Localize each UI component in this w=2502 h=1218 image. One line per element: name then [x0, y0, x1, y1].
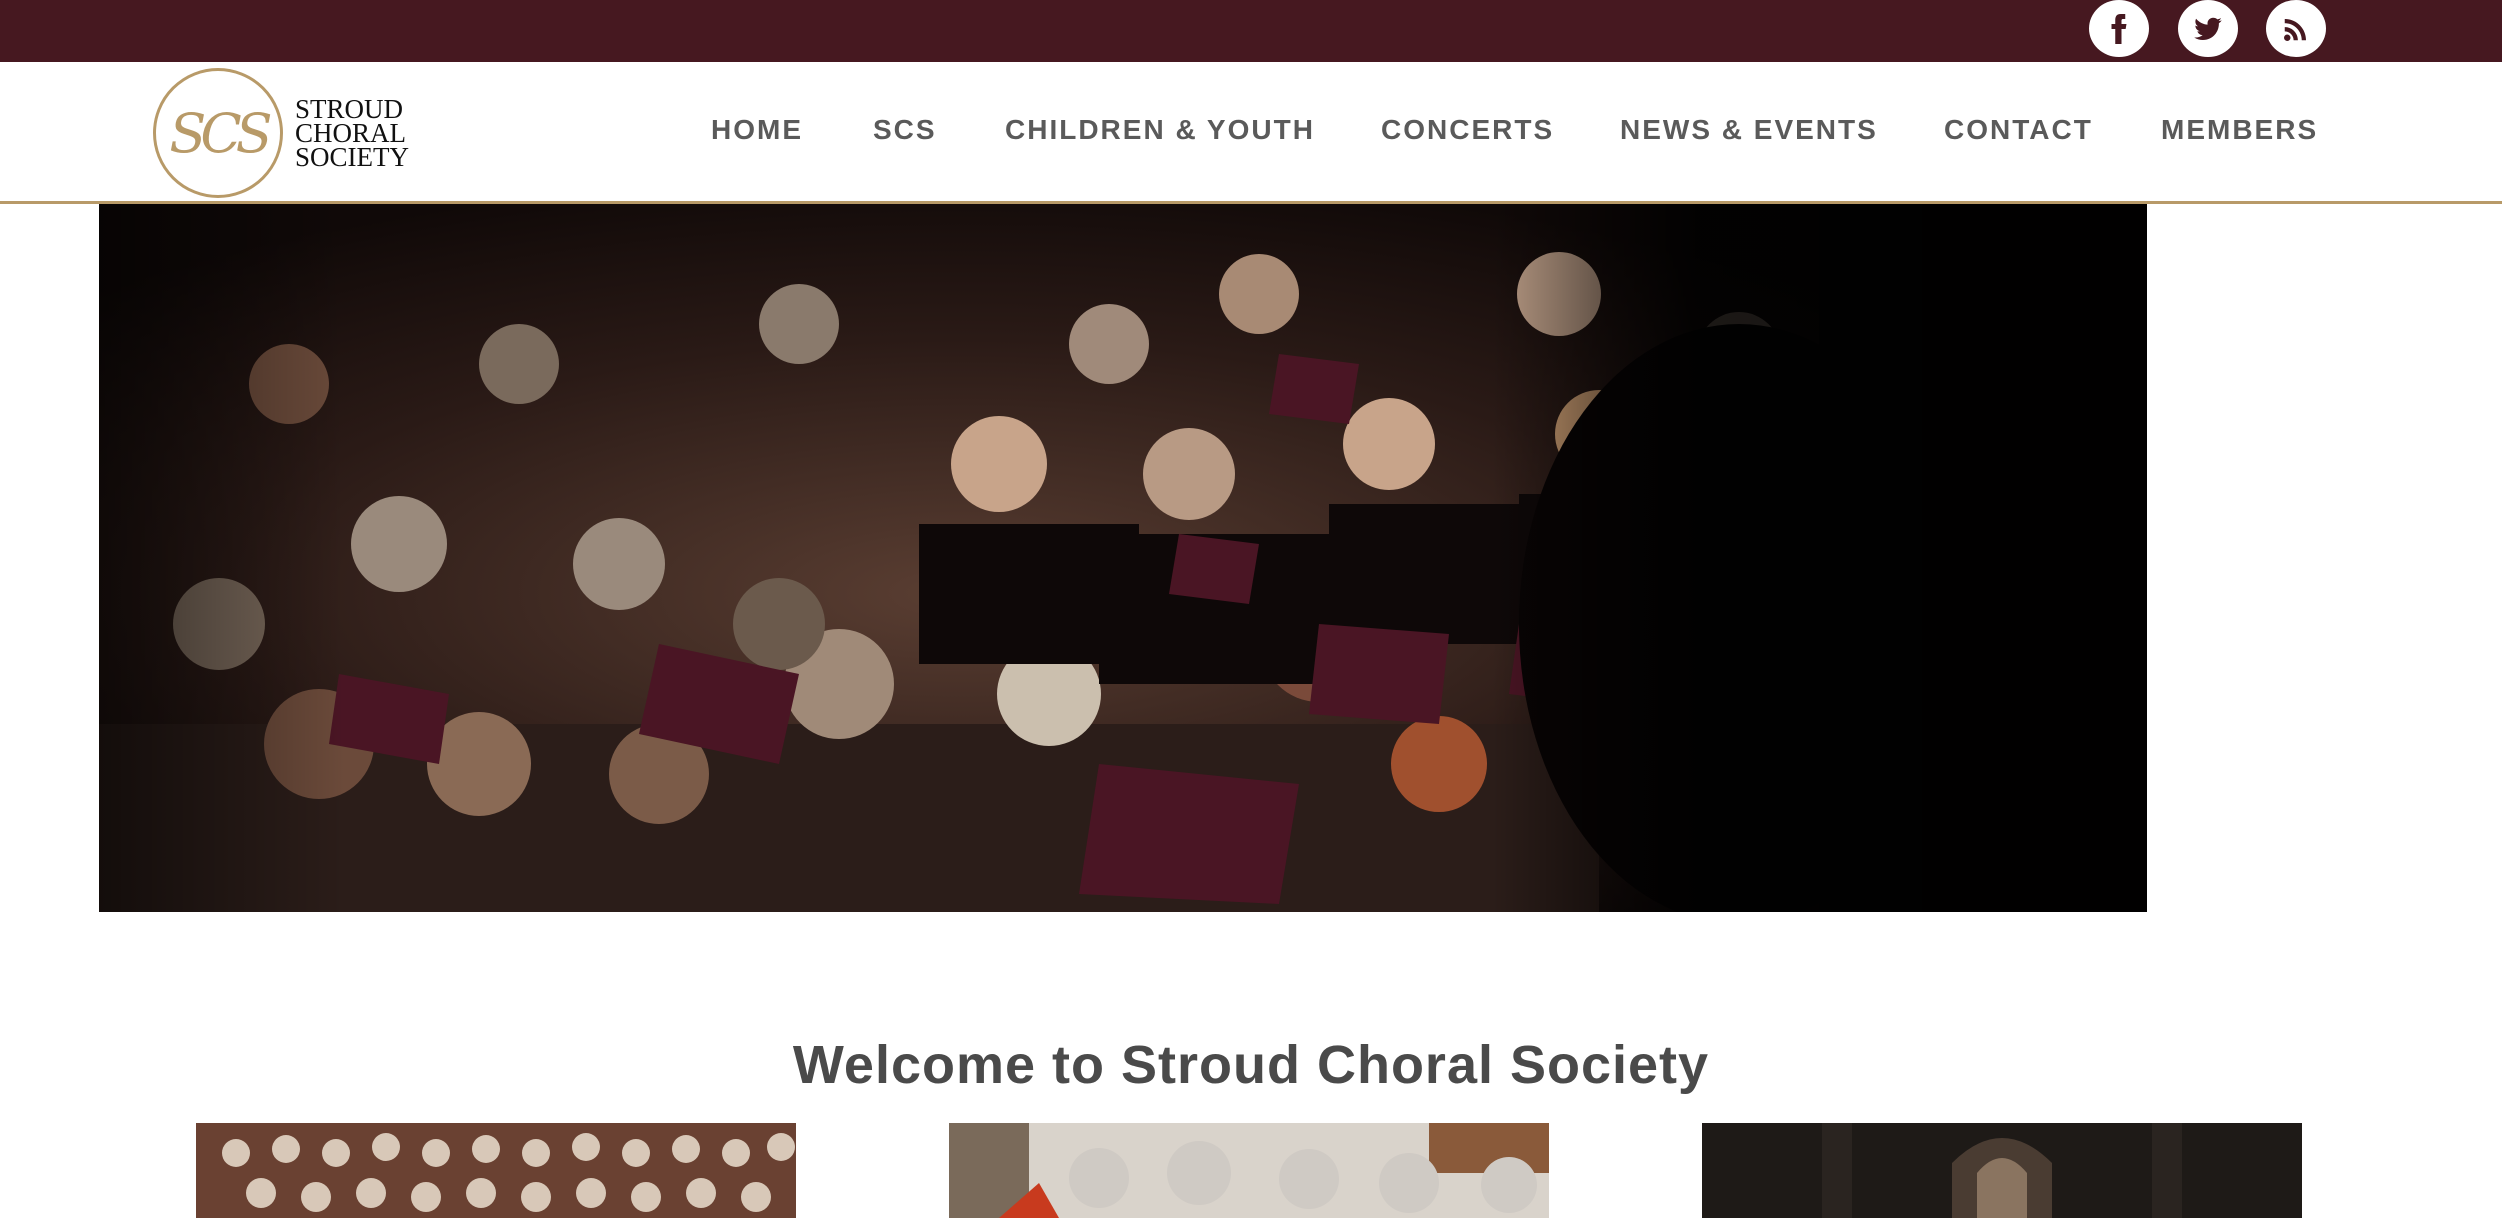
nav-home[interactable]: HOME	[711, 114, 803, 146]
singers-rehearsal-photo	[949, 1123, 1549, 1218]
site-header: SCS STROUD CHORAL SOCIETY HOME SCS CHILD…	[0, 62, 2502, 204]
feature-thumbnail-2[interactable]	[949, 1123, 1549, 1218]
rss-link[interactable]	[2266, 0, 2326, 57]
nav-children-youth[interactable]: CHILDREN & YOUTH	[1005, 114, 1315, 146]
welcome-heading: Welcome to Stroud Choral Society	[792, 1035, 1710, 1095]
nav-concerts[interactable]: CONCERTS	[1381, 114, 1554, 146]
facebook-link[interactable]	[2089, 0, 2149, 57]
twitter-icon	[2194, 17, 2222, 40]
site-logo[interactable]: SCS STROUD CHORAL SOCIETY	[153, 68, 423, 198]
top-social-bar	[0, 0, 2502, 62]
rss-icon	[2284, 18, 2306, 41]
nav-members[interactable]: MEMBERS	[2161, 114, 2318, 146]
hero-image	[99, 204, 2147, 912]
twitter-link[interactable]	[2178, 0, 2238, 57]
nav-scs[interactable]: SCS	[873, 114, 937, 146]
logo-line-3: SOCIETY	[295, 142, 409, 172]
logo-wordmark: STROUD CHORAL SOCIETY	[295, 96, 409, 172]
facebook-icon	[2111, 13, 2127, 44]
choir-rows-photo	[196, 1123, 796, 1218]
logo-monogram: SCS	[169, 101, 272, 165]
feature-thumbnail-3[interactable]	[1702, 1123, 2302, 1218]
feature-thumbnail-1[interactable]	[196, 1123, 796, 1218]
choir-photo	[99, 204, 2147, 912]
nav-news-events[interactable]: NEWS & EVENTS	[1620, 114, 1878, 146]
nav-contact[interactable]: CONTACT	[1944, 114, 2093, 146]
cathedral-interior-photo	[1702, 1123, 2302, 1218]
logo-seal: SCS	[153, 68, 283, 198]
